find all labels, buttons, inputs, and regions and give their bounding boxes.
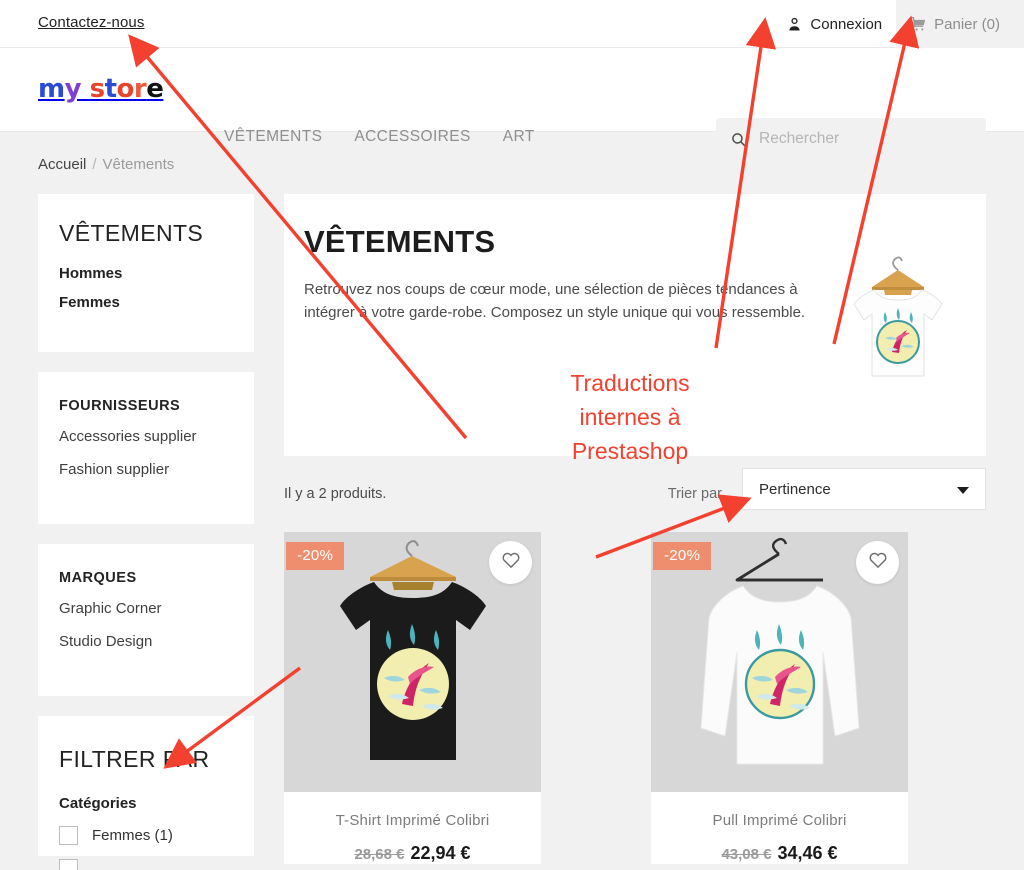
add-to-wishlist-button[interactable]	[856, 541, 899, 584]
sort-select-value: Pertinence	[759, 480, 831, 498]
logo-part-5: o	[116, 74, 135, 104]
sidebar-filter-block: FILTRER PAR Catégories Femmes (1)	[38, 716, 254, 870]
sidebar-item-fashion-supplier[interactable]: Fashion supplier	[59, 461, 234, 478]
sidebar-item-femmes[interactable]: Femmes	[59, 294, 234, 311]
product-price: 28,68 € 22,94 €	[294, 843, 531, 864]
sidebar-brands-block: MARQUES Graphic Corner Studio Design	[38, 544, 254, 696]
category-description: Retrouvez nos coups de cœur mode, une sé…	[304, 281, 806, 322]
sidebar-category-title: VÊTEMENTS	[59, 220, 204, 246]
product-image[interactable]: -20%	[651, 532, 908, 792]
sidebar-brands-title: MARQUES	[59, 570, 137, 586]
breadcrumb: Accueil / Vêtements	[38, 156, 174, 173]
search-icon	[730, 131, 747, 148]
discount-badge: -20%	[286, 542, 345, 570]
menu-item-accessoires[interactable]: ACCESSOIRES	[354, 128, 470, 146]
logo-part-2: y	[64, 74, 82, 104]
menu-item-vetements[interactable]: VÊTEMENTS	[224, 128, 322, 146]
product-grid: -20% T-Shirt Imprimé Colibri 28,68 € 22,9…	[284, 532, 986, 864]
sidebar-item-hommes[interactable]: Hommes	[59, 265, 234, 282]
sidebar-item-graphic-corner[interactable]: Graphic Corner	[59, 600, 234, 617]
sidebar-category-block: VÊTEMENTS Hommes Femmes	[38, 194, 254, 352]
main-content: VÊTEMENTS Retrouvez nos coups de cœur mo…	[284, 194, 986, 864]
page-root: Contactez-nous Connexion Panier (0) my s…	[0, 0, 1024, 870]
contact-us-link[interactable]: Contactez-nous	[38, 14, 144, 31]
heart-icon	[501, 550, 521, 575]
login-label: Connexion	[810, 15, 883, 33]
site-logo[interactable]: my store	[38, 74, 164, 104]
cart-button[interactable]: Panier (0)	[896, 0, 1024, 48]
sidebar-suppliers-block: FOURNISSEURS Accessories supplier Fashio…	[38, 372, 254, 524]
product-card[interactable]: -20% T-Shirt Imprimé Colibri 28,68 € 22,9…	[284, 532, 541, 864]
filter-option-second[interactable]	[59, 859, 234, 870]
site-header: my store VÊTEMENTS ACCESSOIRES ART Reche…	[0, 48, 1024, 160]
breadcrumb-current: Vêtements	[102, 156, 175, 173]
logo-part-7: e	[146, 74, 164, 104]
product-info: Pull Imprimé Colibri 43,08 € 34,46 €	[651, 792, 908, 864]
sidebar-item-accessories-supplier[interactable]: Accessories supplier	[59, 428, 234, 445]
search-placeholder: Rechercher	[759, 130, 840, 147]
chevron-down-icon	[957, 487, 969, 494]
product-image[interactable]: -20%	[284, 532, 541, 792]
sidebar-suppliers-title: FOURNISSEURS	[59, 398, 181, 414]
product-new-price: 22,94 €	[410, 843, 471, 863]
checkbox-icon[interactable]	[59, 826, 78, 845]
product-name[interactable]: T-Shirt Imprimé Colibri	[294, 812, 531, 829]
shopping-cart-icon	[910, 16, 927, 33]
heart-icon	[868, 550, 888, 575]
breadcrumb-home[interactable]: Accueil	[38, 156, 86, 173]
menu-item-art[interactable]: ART	[503, 128, 535, 146]
product-old-price: 28,68 €	[354, 846, 405, 863]
checkbox-icon[interactable]	[59, 859, 78, 870]
sidebar-item-studio-design[interactable]: Studio Design	[59, 633, 234, 650]
product-card[interactable]: -20% Pull Imprimé Colibri 43,08 € 34,46 €	[651, 532, 908, 864]
filter-option-label: Femmes (1)	[92, 827, 173, 844]
search-input[interactable]: Rechercher	[716, 118, 986, 160]
cart-label: Panier (0)	[934, 15, 1000, 33]
logo-part-1: m	[38, 74, 65, 104]
category-header: VÊTEMENTS Retrouvez nos coups de cœur mo…	[284, 194, 986, 456]
filter-subtitle: Catégories	[59, 795, 137, 812]
product-price: 43,08 € 34,46 €	[661, 843, 898, 864]
product-name[interactable]: Pull Imprimé Colibri	[661, 812, 898, 829]
logo-part-6: r	[133, 74, 147, 104]
product-info: T-Shirt Imprimé Colibri 28,68 € 22,94 €	[284, 792, 541, 864]
user-icon	[786, 16, 803, 33]
product-old-price: 43,08 €	[721, 846, 772, 863]
main-menu: VÊTEMENTS ACCESSOIRES ART	[224, 128, 535, 146]
sidebar: VÊTEMENTS Hommes Femmes FOURNISSEURS Acc…	[38, 194, 254, 870]
filter-option-femmes[interactable]: Femmes (1)	[59, 826, 234, 845]
product-count: Il y a 2 produits.	[284, 486, 387, 502]
top-bar: Contactez-nous Connexion Panier (0)	[0, 0, 1024, 48]
add-to-wishlist-button[interactable]	[489, 541, 532, 584]
sort-row: Il y a 2 produits. Trier par Pertinence	[284, 458, 986, 532]
discount-badge: -20%	[653, 542, 712, 570]
top-bar-right: Connexion Panier (0)	[772, 0, 1024, 48]
logo-part-3: s	[89, 74, 105, 104]
product-new-price: 34,46 €	[777, 843, 838, 863]
logo-part-4: t	[104, 74, 117, 104]
sort-label: Trier par	[667, 486, 722, 502]
sort-select[interactable]: Pertinence	[742, 468, 986, 510]
filter-title: FILTRER PAR	[59, 746, 210, 772]
login-link[interactable]: Connexion	[772, 0, 896, 48]
breadcrumb-separator: /	[92, 156, 97, 173]
category-hero-image	[828, 250, 968, 390]
